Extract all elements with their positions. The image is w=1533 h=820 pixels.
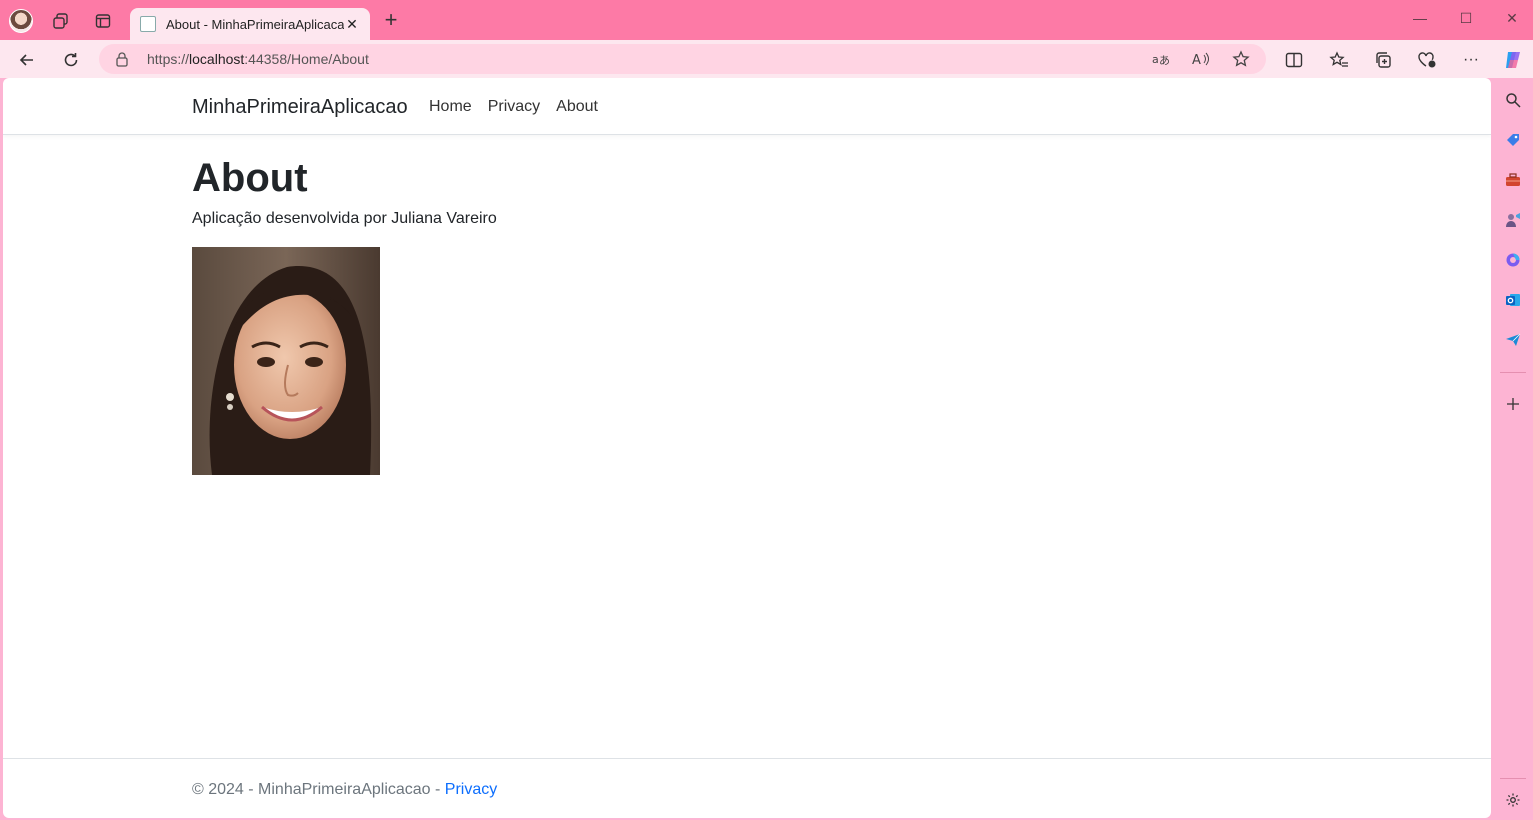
footer-text: © 2024 - MinhaPrimeiraAplicacao - Privac… xyxy=(192,781,497,799)
profile-avatar-icon[interactable] xyxy=(8,8,34,34)
outlook-icon[interactable] xyxy=(1503,290,1523,310)
settings-icon[interactable] xyxy=(1503,790,1523,810)
url-prefix: https:// xyxy=(147,51,190,67)
svg-text:a: a xyxy=(1152,53,1159,66)
site-brand-link[interactable]: MinhaPrimeiraAplicacao xyxy=(192,96,408,119)
site-footer: © 2024 - MinhaPrimeiraAplicacao - Privac… xyxy=(3,758,1491,818)
page-title: About xyxy=(192,156,308,200)
search-icon[interactable] xyxy=(1503,90,1523,110)
games-icon[interactable] xyxy=(1503,210,1523,230)
sidebar-separator xyxy=(1500,778,1526,779)
svg-text:A: A xyxy=(1192,53,1201,67)
tools-icon[interactable] xyxy=(1503,170,1523,190)
browser-essentials-icon[interactable] xyxy=(1414,48,1440,72)
favorite-star-icon[interactable] xyxy=(1230,48,1252,70)
url-host: localhost xyxy=(189,51,245,67)
browser-sidebar xyxy=(1492,78,1533,820)
nav-link-privacy[interactable]: Privacy xyxy=(488,98,540,116)
url-text: https://localhost:44358/Home/About xyxy=(147,51,369,67)
page-description: Aplicação desenvolvida por Juliana Varei… xyxy=(192,210,497,227)
microsoft365-icon[interactable] xyxy=(1503,250,1523,270)
workspaces-icon[interactable] xyxy=(48,8,74,34)
browser-toolbar: https://localhost:44358/Home/About aあ A … xyxy=(0,40,1533,78)
shopping-tag-icon[interactable] xyxy=(1503,130,1523,150)
maximize-button[interactable]: ☐ xyxy=(1451,10,1481,27)
page-favicon-icon xyxy=(140,16,156,32)
close-window-button[interactable]: ✕ xyxy=(1497,10,1527,27)
new-tab-button[interactable]: + xyxy=(380,9,402,32)
read-aloud-icon[interactable]: A xyxy=(1190,48,1212,70)
tab-title: About - MinhaPrimeiraAplicacao xyxy=(166,16,344,32)
more-icon[interactable]: ··· xyxy=(1458,48,1484,72)
tab-actions-icon[interactable] xyxy=(90,8,116,34)
translate-icon[interactable]: aあ xyxy=(1150,48,1172,70)
nav-link-about[interactable]: About xyxy=(556,98,598,116)
site-nav: Home Privacy About xyxy=(429,98,598,116)
send-icon[interactable] xyxy=(1503,330,1523,350)
url-path: :44358/Home/About xyxy=(244,51,369,67)
active-tab[interactable]: About - MinhaPrimeiraAplicacao ✕ xyxy=(130,8,370,40)
split-screen-icon[interactable] xyxy=(1281,48,1307,72)
collections-icon[interactable] xyxy=(1370,48,1396,72)
site-navbar: MinhaPrimeiraAplicacao Home Privacy Abou… xyxy=(3,78,1491,135)
copilot-icon[interactable] xyxy=(1500,48,1526,72)
tab-strip: About - MinhaPrimeiraAplicacao ✕ + — ☐ ✕ xyxy=(0,0,1533,40)
favorites-icon[interactable] xyxy=(1326,48,1352,72)
nav-link-home[interactable]: Home xyxy=(429,98,472,116)
minimize-button[interactable]: — xyxy=(1405,10,1435,26)
footer-copyright: © 2024 - MinhaPrimeiraAplicacao - xyxy=(192,781,445,798)
footer-privacy-link[interactable]: Privacy xyxy=(445,781,497,798)
back-icon[interactable] xyxy=(14,47,40,73)
tab-close-button[interactable]: ✕ xyxy=(344,16,360,33)
add-icon[interactable] xyxy=(1503,394,1523,414)
refresh-icon[interactable] xyxy=(58,47,84,73)
sidebar-separator xyxy=(1500,372,1526,373)
svg-text:あ: あ xyxy=(1159,54,1170,67)
address-bar[interactable]: https://localhost:44358/Home/About aあ A xyxy=(99,44,1266,74)
author-photo xyxy=(192,247,380,475)
page-viewport: MinhaPrimeiraAplicacao Home Privacy Abou… xyxy=(3,78,1491,818)
lock-icon[interactable] xyxy=(113,50,131,68)
